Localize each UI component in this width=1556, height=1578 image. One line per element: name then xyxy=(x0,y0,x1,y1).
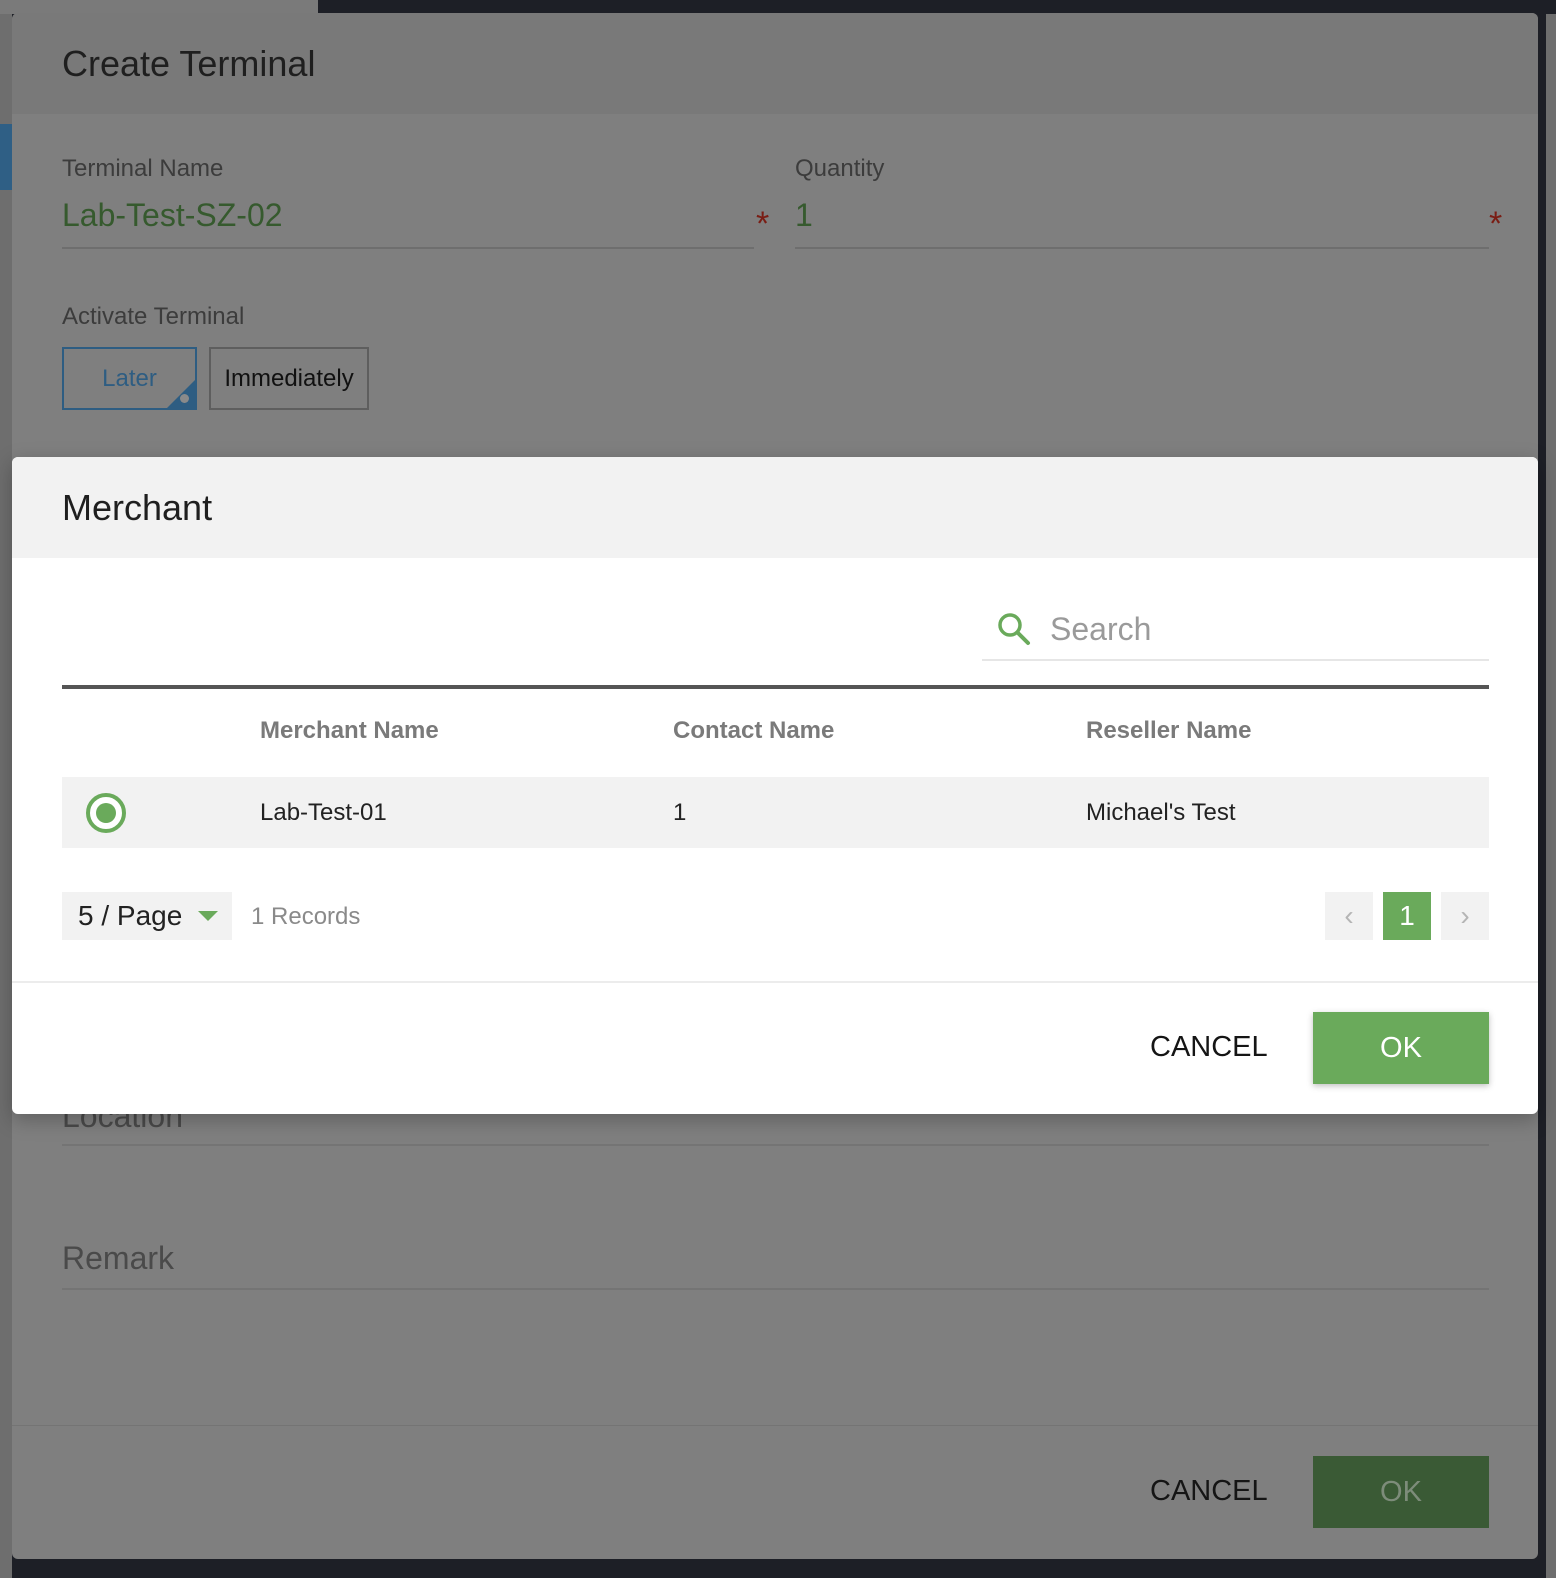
terminal-name-input[interactable]: Lab-Test-SZ-02 xyxy=(62,197,283,234)
quantity-underline xyxy=(795,247,1489,249)
merchant-ok-button[interactable]: OK xyxy=(1313,1012,1489,1084)
merchant-cancel-button[interactable]: CANCEL xyxy=(1150,1031,1268,1064)
merchant-dialog-title: Merchant xyxy=(62,487,213,528)
page-number-current[interactable]: 1 xyxy=(1383,892,1431,940)
create-terminal-header: Create Terminal xyxy=(12,13,1538,114)
chevron-right-icon[interactable]: › xyxy=(1441,892,1489,940)
merchant-dialog: Merchant Merchant Name Contact Name Rese… xyxy=(12,457,1538,1114)
page-size-value: 5 / Page xyxy=(78,900,183,931)
chevron-left-icon[interactable]: ‹ xyxy=(1325,892,1373,940)
reseller-name-cell: Michael's Test xyxy=(1086,799,1236,826)
search-icon xyxy=(998,613,1030,645)
required-mark: * xyxy=(1489,205,1503,243)
footer-divider xyxy=(12,1425,1538,1426)
selected-dot-icon xyxy=(180,394,189,403)
remark-label[interactable]: Remark xyxy=(62,1240,174,1277)
activate-later-label: Later xyxy=(102,364,157,392)
radio-selected-icon[interactable] xyxy=(86,793,126,833)
column-header-contact-name[interactable]: Contact Name xyxy=(673,717,834,745)
dialog-title: Create Terminal xyxy=(62,43,316,84)
search-input[interactable] xyxy=(1050,607,1480,651)
caret-down-icon xyxy=(198,911,218,921)
background-left-strip xyxy=(0,14,12,1578)
search-box xyxy=(982,607,1489,661)
radio-dot xyxy=(96,803,116,823)
merchant-dialog-header: Merchant xyxy=(12,457,1538,558)
column-header-merchant-name[interactable]: Merchant Name xyxy=(260,717,439,745)
contact-name-cell: 1 xyxy=(673,799,687,826)
activate-later-option[interactable]: Later xyxy=(62,347,197,410)
records-count: 1 Records xyxy=(251,903,361,930)
quantity-input[interactable]: 1 xyxy=(795,197,813,234)
terminal-name-underline xyxy=(62,247,754,249)
required-mark: * xyxy=(756,205,770,243)
background-nav-highlight xyxy=(0,124,12,190)
cancel-button[interactable]: CANCEL xyxy=(1150,1475,1268,1508)
quantity-label: Quantity xyxy=(795,155,885,182)
footer-divider xyxy=(12,981,1538,983)
ok-button[interactable]: OK xyxy=(1313,1456,1489,1528)
background-app xyxy=(0,0,318,14)
merchant-name-cell: Lab-Test-01 xyxy=(260,799,387,826)
activate-terminal-label: Activate Terminal xyxy=(62,303,245,330)
table-top-border xyxy=(62,685,1489,689)
table-row[interactable]: Lab-Test-01 1 Michael's Test xyxy=(62,777,1489,848)
activate-immediately-label: Immediately xyxy=(224,364,354,392)
activate-immediately-option[interactable]: Immediately xyxy=(209,347,369,410)
location-underline xyxy=(62,1144,1489,1146)
remark-underline xyxy=(62,1288,1489,1290)
background-right-strip xyxy=(1546,14,1556,1578)
page-size-select[interactable]: 5 / Page xyxy=(62,892,232,940)
column-header-reseller-name[interactable]: Reseller Name xyxy=(1086,717,1251,745)
terminal-name-label: Terminal Name xyxy=(62,155,224,182)
